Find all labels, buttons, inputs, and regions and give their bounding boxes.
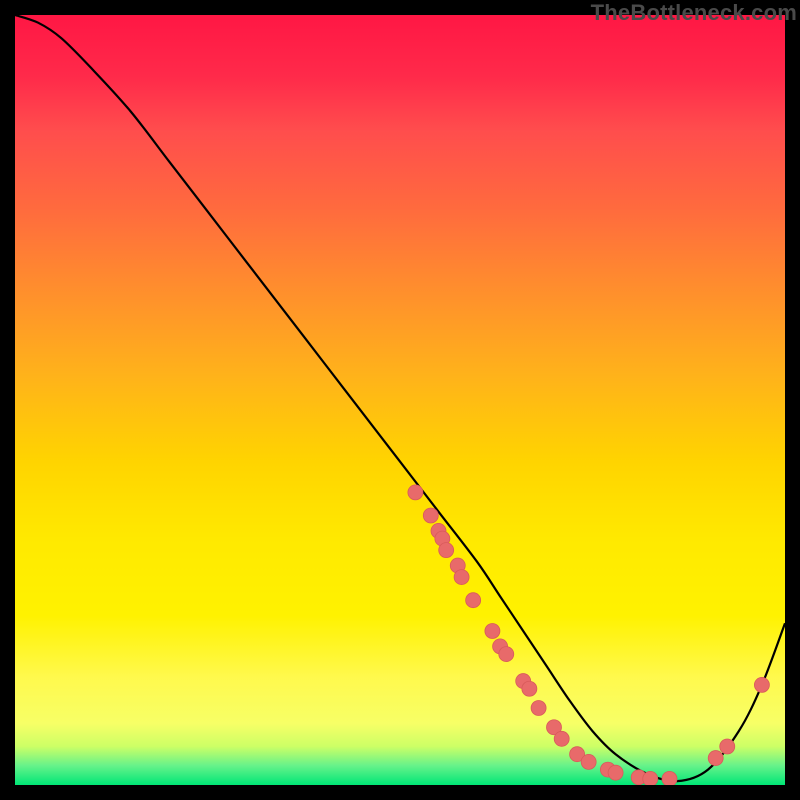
data-points-group [408,485,770,785]
chart-overlay [15,15,785,785]
data-point [439,543,454,558]
data-point [408,485,423,500]
data-point [466,593,481,608]
data-point [499,647,514,662]
data-point [662,771,677,785]
data-point [720,739,735,754]
data-point [581,754,596,769]
chart-frame: TheBottleneck.com [15,15,785,785]
data-point [554,731,569,746]
data-point [423,508,438,523]
data-point [531,701,546,716]
bottleneck-curve [15,15,785,781]
data-point [754,677,769,692]
data-point [485,624,500,639]
data-point [708,751,723,766]
data-point [643,771,658,785]
data-point [608,765,623,780]
data-point [522,681,537,696]
data-point [454,570,469,585]
